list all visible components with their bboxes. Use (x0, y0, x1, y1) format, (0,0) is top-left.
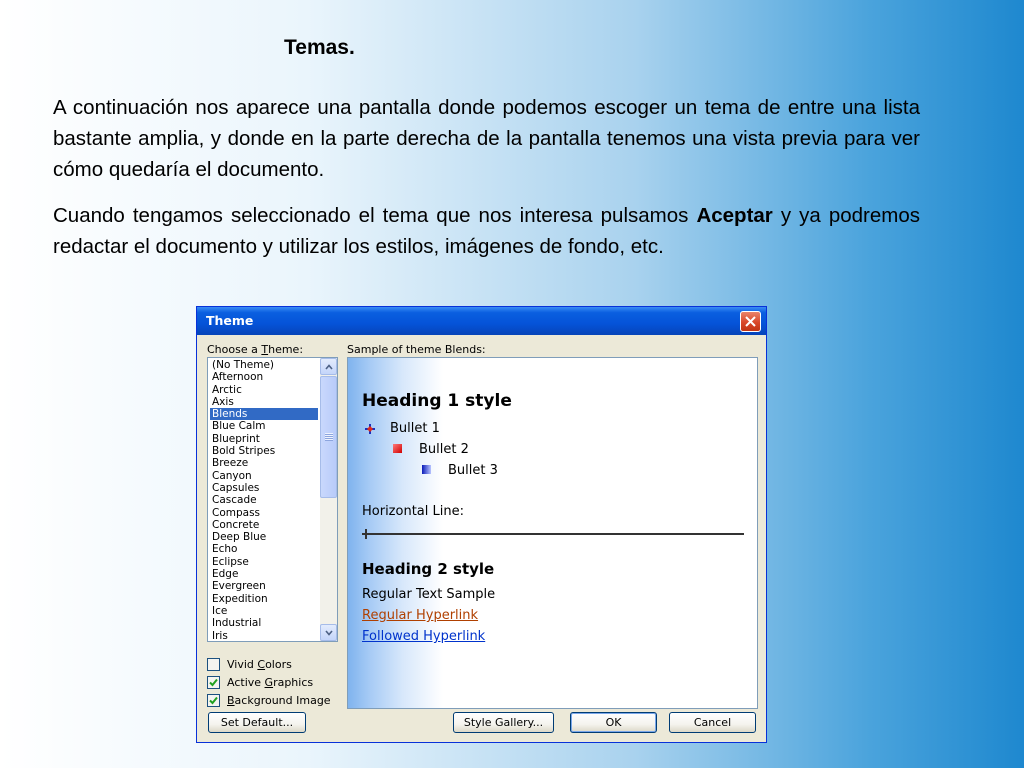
active-graphics-checkbox[interactable] (207, 676, 220, 689)
instruction-paragraph: Cuando tengamos seleccionado el tema que… (53, 200, 920, 262)
bullet-1-icon (365, 424, 375, 434)
bullet-3-icon (422, 465, 431, 474)
scroll-thumb[interactable] (320, 376, 337, 498)
cb-label-accel: G (264, 676, 274, 689)
theme-items: (No Theme) Afternoon Arctic Axis Blends Blue … (210, 359, 318, 641)
theme-list-item[interactable]: Expedition (210, 593, 318, 605)
cb-label-accel: C (257, 658, 266, 671)
cancel-button[interactable]: Cancel (669, 712, 756, 733)
theme-list-item[interactable]: Breeze (210, 457, 318, 469)
cb-label-end: ackground Image (234, 694, 331, 707)
background-image-label: Background Image (227, 694, 331, 707)
dialog-titlebar[interactable]: Theme (197, 307, 766, 335)
instruction-bold-word: Aceptar (696, 204, 773, 227)
bullet-2-icon (393, 444, 402, 453)
preview-regular-text: Regular Text Sample (362, 587, 496, 602)
intro-paragraph: A continuación nos aparece una pantalla … (53, 96, 920, 181)
scroll-up-button[interactable] (320, 358, 337, 375)
theme-list-item[interactable]: Edge (210, 568, 318, 580)
checkmark-icon (209, 678, 218, 687)
cb-label-end: raphics (273, 676, 314, 689)
theme-list-scrollbar[interactable] (320, 358, 337, 641)
preview-horizontal-line-label: Horizontal Line: (362, 504, 464, 519)
close-button[interactable] (740, 311, 761, 332)
instruction-text-start: Cuando tengamos seleccionado el tema que… (53, 204, 697, 227)
ok-button[interactable]: OK (570, 712, 657, 733)
theme-list-item[interactable]: Deep Blue (210, 531, 318, 543)
choose-label-start: Choose a (207, 343, 262, 356)
vivid-colors-label: Vivid Colors (227, 658, 292, 671)
theme-list-item[interactable]: Blends (210, 408, 318, 421)
background-image-checkbox[interactable] (207, 694, 220, 707)
theme-list-item[interactable]: Echo (210, 543, 318, 555)
preview-bullet-1: Bullet 1 (390, 421, 440, 436)
theme-list-item[interactable]: Ice (210, 605, 318, 617)
set-default-button[interactable]: Set Default... (208, 712, 306, 733)
preview-bullet-3: Bullet 3 (448, 463, 498, 478)
theme-list-item[interactable]: Compass (210, 507, 318, 519)
cb-label-start: Vivid (227, 658, 258, 671)
theme-list-item[interactable]: Iris (210, 630, 318, 641)
theme-list-item[interactable]: Concrete (210, 519, 318, 531)
horizontal-line-marker (365, 529, 367, 539)
preview-horizontal-line (362, 533, 744, 535)
choose-label-end: heme: (268, 343, 304, 356)
theme-preview-pane: Heading 1 style Bullet 1 Bullet 2 Bullet… (347, 357, 758, 709)
active-graphics-label: Active Graphics (227, 676, 313, 689)
close-icon (745, 316, 756, 327)
checkmark-icon (209, 696, 218, 705)
grip-icon (325, 433, 333, 441)
theme-list-item[interactable]: Bold Stripes (210, 445, 318, 457)
preview-regular-hyperlink: Regular Hyperlink (362, 608, 479, 623)
theme-list-item[interactable]: Canyon (210, 470, 318, 482)
preview-bullet-2: Bullet 2 (419, 442, 469, 457)
theme-list-item[interactable]: Capsules (210, 482, 318, 494)
chevron-up-icon (325, 364, 333, 370)
sample-label: Sample of theme Blends: (347, 343, 486, 356)
choose-theme-label: Choose a Theme: (207, 343, 303, 356)
theme-list-item[interactable]: Blueprint (210, 433, 318, 445)
preview-followed-hyperlink: Followed Hyperlink (362, 629, 486, 644)
cb-label-start: Active (227, 676, 265, 689)
theme-list-item[interactable]: Axis (210, 396, 318, 408)
theme-list-item[interactable]: Evergreen (210, 580, 318, 592)
theme-list-item[interactable]: Cascade (210, 494, 318, 506)
preview-heading-2: Heading 2 style (362, 560, 495, 578)
theme-list-item[interactable]: (No Theme) (210, 359, 318, 371)
cb-label-accel: B (227, 694, 235, 707)
slide-title: Temas. (284, 36, 355, 59)
cb-label-end: olors (265, 658, 292, 671)
style-gallery-button[interactable]: Style Gallery... (453, 712, 554, 733)
scroll-down-button[interactable] (320, 624, 337, 641)
theme-list-item[interactable]: Industrial (210, 617, 318, 629)
theme-list-item[interactable]: Afternoon (210, 371, 318, 383)
theme-dialog: Theme Choose a Theme: Sample of theme Bl… (196, 306, 767, 743)
theme-list-item[interactable]: Arctic (210, 384, 318, 396)
preview-heading-1: Heading 1 style (362, 391, 512, 411)
vivid-colors-checkbox[interactable] (207, 658, 220, 671)
theme-list-item[interactable]: Eclipse (210, 556, 318, 568)
theme-listbox[interactable]: (No Theme) Afternoon Arctic Axis Blends Blue … (207, 357, 338, 642)
dialog-title: Theme (206, 313, 254, 328)
theme-list-item[interactable]: Blue Calm (210, 420, 318, 432)
chevron-down-icon (325, 630, 333, 636)
